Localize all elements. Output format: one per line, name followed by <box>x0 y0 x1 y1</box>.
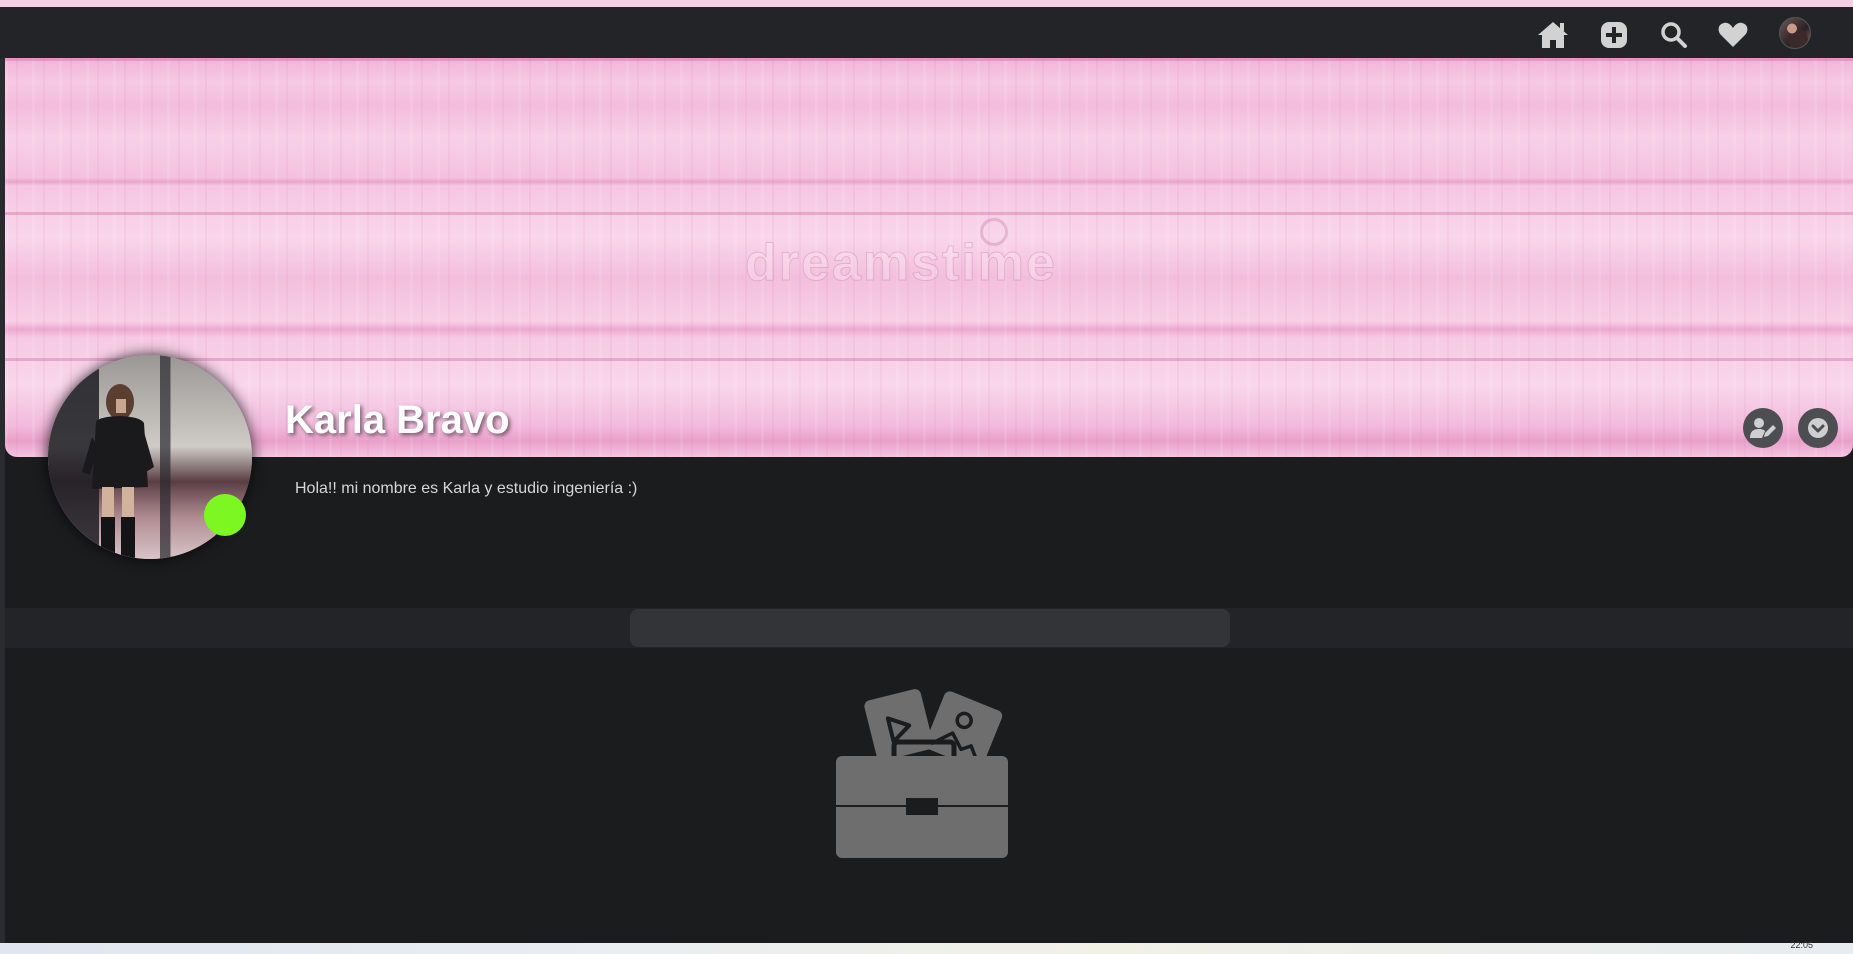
home-icon[interactable] <box>1536 18 1570 52</box>
heart-icon[interactable] <box>1716 18 1750 52</box>
search-icon[interactable] <box>1657 18 1691 52</box>
taskbar-clock: 22:05 <box>1790 940 1813 950</box>
top-navigation-bar <box>0 7 1853 58</box>
more-options-button[interactable] <box>1798 408 1838 448</box>
online-status-indicator <box>204 494 246 536</box>
user-avatar[interactable] <box>1779 17 1811 49</box>
watermark-text: dreamstime <box>745 234 1057 293</box>
profile-bio: Hola!! mi nombre es Karla y estudio inge… <box>295 480 638 497</box>
avatar-person <box>82 384 154 559</box>
chevron-down-icon <box>1808 418 1828 438</box>
top-accent-strip <box>0 0 1853 7</box>
plank-line <box>5 58 1853 61</box>
profile-page: dreamstime Karla Bravo Hola!! mi nombre … <box>0 0 1853 954</box>
os-taskbar: 22:05 <box>0 940 1853 954</box>
profile-tab-selector[interactable] <box>630 609 1230 647</box>
profile-cover-banner: dreamstime <box>5 58 1853 457</box>
briefcase-media-icon <box>836 689 1008 858</box>
edit-profile-icon <box>1750 418 1776 438</box>
add-icon[interactable] <box>1597 18 1631 52</box>
plank-line <box>5 358 1853 361</box>
edit-profile-button[interactable] <box>1743 408 1783 448</box>
profile-name: Karla Bravo <box>285 398 510 442</box>
plank-line <box>5 212 1853 215</box>
